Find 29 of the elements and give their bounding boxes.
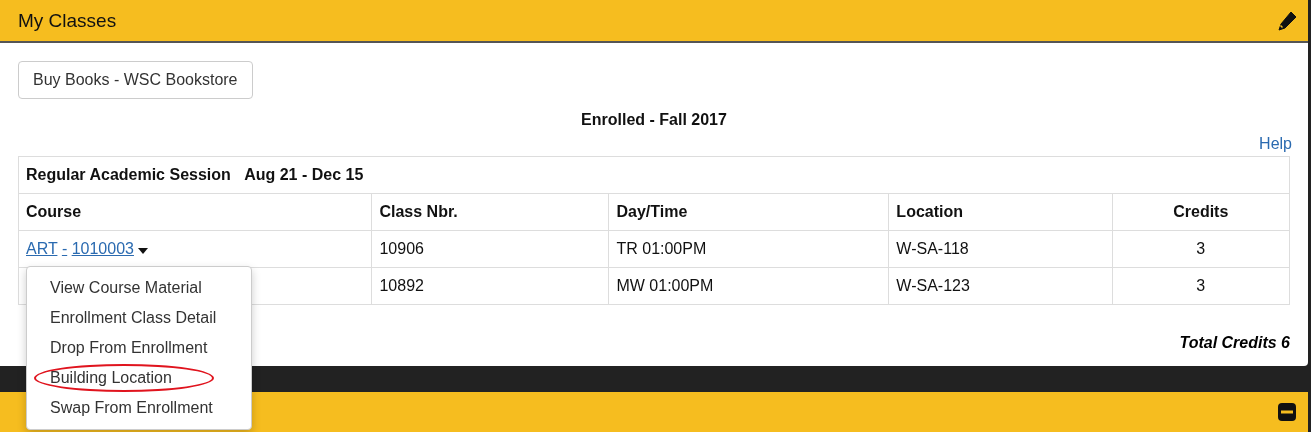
menu-item[interactable]: Swap From Enrollment — [27, 393, 251, 423]
pencil-icon[interactable] — [1277, 10, 1297, 31]
session-cell: Regular Academic Session Aug 21 - Dec 15 — [18, 156, 1290, 194]
column-header: Credits — [1112, 193, 1290, 231]
table-cell: TR 01:00PM — [608, 230, 889, 268]
table-cell: 10892 — [371, 267, 609, 305]
menu-item[interactable]: Building Location — [27, 363, 251, 393]
panel-title: My Classes — [18, 9, 117, 32]
minus-icon[interactable] — [1277, 402, 1297, 422]
table-cell: 3 — [1112, 267, 1290, 305]
table-cell: MW 01:00PM — [608, 267, 889, 305]
column-header: Course — [18, 193, 372, 231]
caret-icon[interactable] — [138, 248, 149, 254]
help-link[interactable]: Help — [1259, 135, 1292, 153]
table-cell: W-SA-123 — [888, 267, 1113, 305]
total-credits: Total Credits 6 — [1179, 334, 1290, 352]
column-header: Location — [888, 193, 1113, 231]
table-cell: 3 — [1112, 230, 1290, 268]
term-heading: Enrolled - Fall 2017 — [580, 111, 728, 129]
course-link[interactable]: - — [61, 240, 68, 257]
menu-item[interactable]: Enrollment Class Detail — [27, 303, 251, 333]
table-cell: 10906 — [371, 230, 609, 268]
buy-books-button[interactable]: Buy Books - WSC Bookstore — [18, 61, 253, 99]
course-link[interactable]: 1010003 — [71, 240, 134, 257]
column-header: Day/Time — [608, 193, 889, 231]
menu-item[interactable]: Drop From Enrollment — [27, 333, 251, 363]
column-header: Class Nbr. — [371, 193, 609, 231]
table-cell: W-SA-118 — [888, 230, 1113, 268]
course-link[interactable]: ART — [26, 240, 58, 257]
